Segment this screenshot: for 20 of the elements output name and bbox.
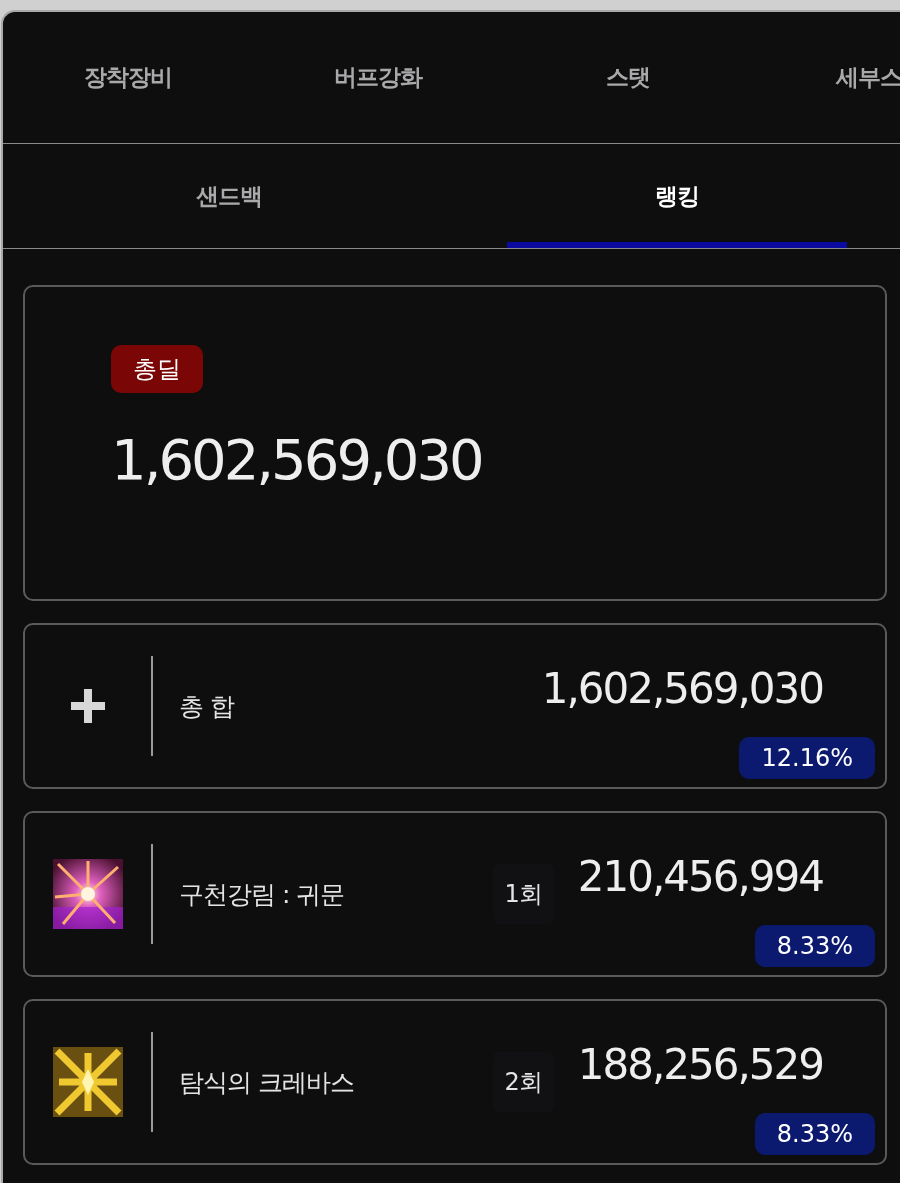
plus-icon[interactable]: [71, 689, 105, 723]
tab[interactable]: 샌드백: [3, 144, 455, 248]
hit-count: 1회: [492, 864, 554, 924]
skill-name: 구천강림 : 귀문: [178, 878, 345, 911]
total-damage-badge: 총딜: [111, 345, 203, 393]
tab[interactable]: 스탯: [606, 62, 650, 93]
damage-value: 210,456,994: [577, 851, 824, 901]
total-damage-value: 1,602,569,030: [111, 427, 482, 492]
percent-badge: 8.33%: [754, 1113, 875, 1155]
tab[interactable]: 장착장비: [84, 62, 172, 93]
tab[interactable]: 랭킹: [507, 144, 847, 248]
tab[interactable]: 버프강화: [334, 62, 422, 93]
percent-badge: 12.16%: [739, 737, 875, 779]
burst-icon: [53, 859, 123, 929]
hit-count: 2회: [492, 1052, 554, 1112]
percent-badge: 8.33%: [754, 925, 875, 967]
skill-name: 총 합: [178, 690, 234, 723]
damage-value: 1,602,569,030: [541, 663, 824, 713]
damage-value: 188,256,529: [577, 1039, 824, 1089]
skill-name: 탐식의 크레바스: [178, 1066, 354, 1099]
